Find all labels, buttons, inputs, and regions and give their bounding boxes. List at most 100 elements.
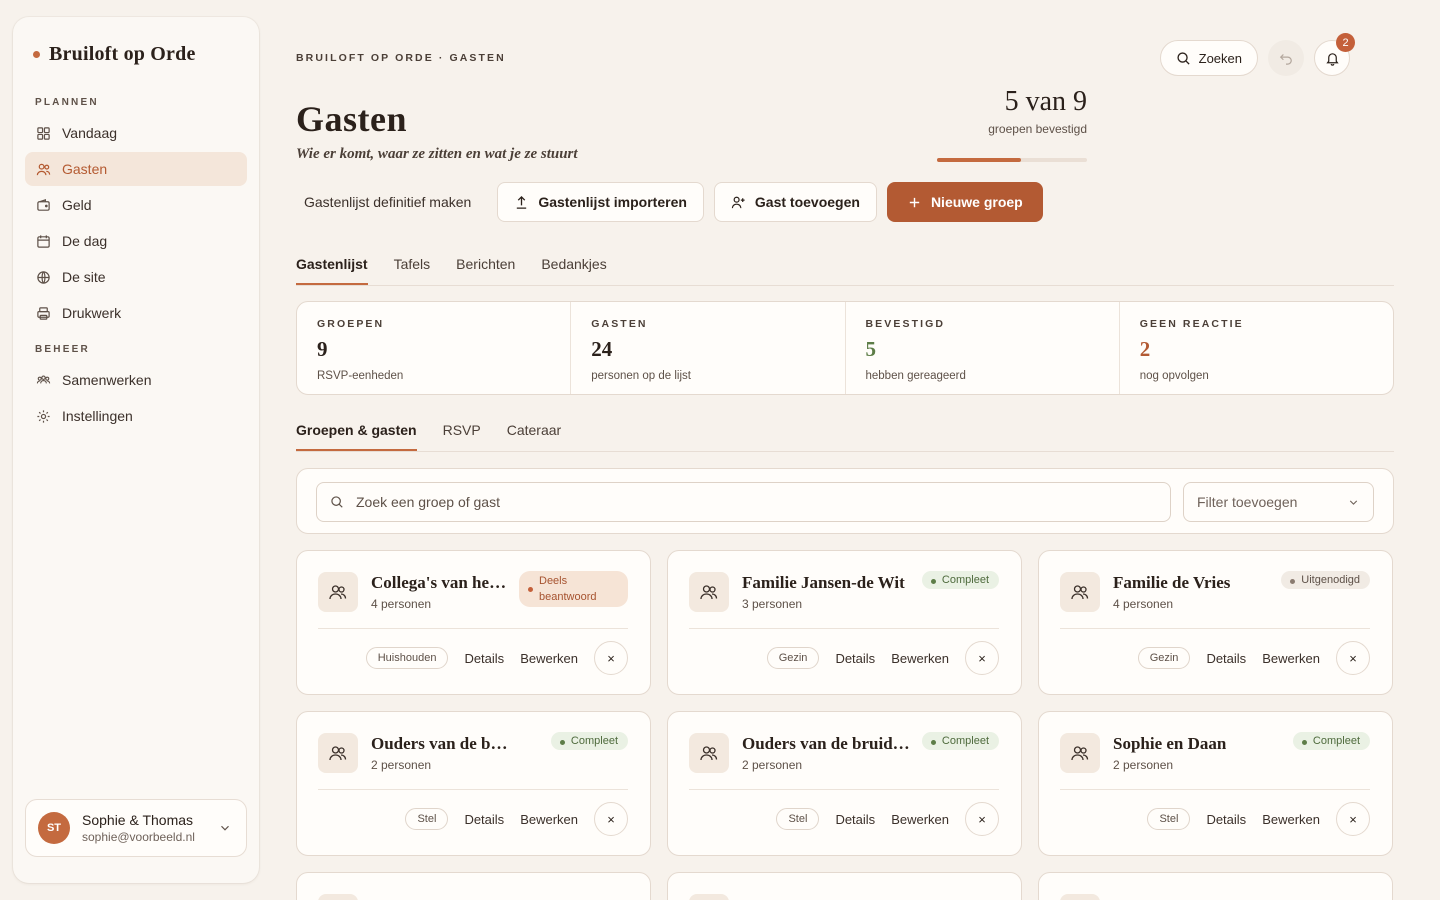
group-card[interactable]: Sophie en Daan 2 personen Compleet Stel Deta… <box>1038 711 1393 856</box>
group-card[interactable]: Familie de Vries 4 personen Uitgenodigd Gez… <box>1038 550 1393 695</box>
tab-tafels[interactable]: Tafels <box>394 256 431 285</box>
tab-rsvp[interactable]: RSVP <box>443 422 481 451</box>
group-icon <box>1071 746 1089 761</box>
sidebar-item-label: Gasten <box>62 161 108 177</box>
stat-label: GROEPEN <box>317 318 385 330</box>
edit-button[interactable]: Bewerken <box>891 812 949 827</box>
stat-note: personen op de lijst <box>591 370 691 382</box>
brand[interactable]: Bruiloft op Orde <box>33 43 196 66</box>
card-divider <box>689 789 999 790</box>
edit-button[interactable]: Bewerken <box>520 651 578 666</box>
breadcrumb: BRUILOFT OP ORDE · GASTEN <box>296 52 506 64</box>
card-divider <box>1060 789 1370 790</box>
add-guest-button[interactable]: Gast toevoegen <box>713 182 877 222</box>
sidebar-item-label: Geld <box>62 197 92 213</box>
edit-button[interactable]: Bewerken <box>520 812 578 827</box>
edit-button[interactable]: Bewerken <box>891 651 949 666</box>
new-group-button[interactable]: Nieuwe groep <box>886 182 1043 222</box>
group-name: Ouders van de bruid… <box>742 734 910 753</box>
remove-button[interactable]: × <box>965 641 999 675</box>
tab-bedankjes[interactable]: Bedankjes <box>541 256 606 285</box>
group-card[interactable]: Collega's van het… 4 personen Deels beantw… <box>296 550 651 695</box>
details-button[interactable]: Details <box>1206 812 1246 827</box>
card-divider <box>318 789 628 790</box>
tab-cateraar[interactable]: Cateraar <box>507 422 561 451</box>
group-icon-box <box>1060 733 1100 773</box>
undo-icon <box>1279 54 1292 65</box>
chevron-down-icon <box>1349 500 1358 505</box>
upload-icon <box>517 195 527 209</box>
remove-button[interactable]: × <box>594 641 628 675</box>
import-list-button[interactable]: Gastenlijst importeren <box>497 182 704 222</box>
remove-button[interactable]: × <box>965 802 999 836</box>
tab-berichten[interactable]: Berichten <box>456 256 515 285</box>
filter-label: Filter toevoegen <box>1197 494 1298 510</box>
group-card[interactable] <box>1038 872 1393 900</box>
sidebar-item-label: De dag <box>62 233 108 249</box>
sidebar-item-vandaag[interactable]: Vandaag <box>25 116 247 150</box>
progress-track <box>937 158 1087 162</box>
chevron-down-icon[interactable] <box>218 821 232 835</box>
details-button[interactable]: Details <box>464 651 504 666</box>
sidebar-item-instellingen[interactable]: Instellingen <box>25 399 247 433</box>
group-icon-box <box>689 733 729 773</box>
sidebar-item-samenwerken[interactable]: Samenwerken <box>25 363 247 397</box>
details-button[interactable]: Details <box>835 651 875 666</box>
notifications-button[interactable]: 2 <box>1314 33 1355 76</box>
remove-button[interactable]: × <box>594 802 628 836</box>
group-count: 3 personen <box>742 597 803 611</box>
users-icon <box>36 163 51 175</box>
remove-button[interactable]: × <box>1336 641 1370 675</box>
main-tabs: Gastenlijst Tafels Berichten Bedankjes <box>296 256 607 285</box>
group-name: Collega's van het… <box>371 573 511 592</box>
finalize-list-button[interactable]: Gastenlijst definitief maken <box>296 182 487 222</box>
sidebar-item-de-dag[interactable]: De dag <box>25 224 247 258</box>
details-button[interactable]: Details <box>1206 651 1246 666</box>
card-divider <box>1060 628 1370 629</box>
details-button[interactable]: Details <box>464 812 504 827</box>
group-type-tag: Stel <box>405 808 449 830</box>
edit-button[interactable]: Bewerken <box>1262 812 1320 827</box>
tab-divider <box>296 285 1394 286</box>
sidebar: Bruiloft op Orde PLANNEN Vandaag Gasten … <box>13 17 259 883</box>
group-icon-box <box>689 572 729 612</box>
card-divider <box>318 628 628 629</box>
brand-name: Bruiloft op Orde <box>49 43 196 65</box>
stat-note: RSVP-eenheden <box>317 370 404 382</box>
sidebar-item-drukwerk[interactable]: Drukwerk <box>25 296 247 330</box>
status-badge: Uitgenodigd <box>1281 571 1370 589</box>
details-button[interactable]: Details <box>835 812 875 827</box>
undo-button[interactable] <box>1268 40 1304 76</box>
stat-groups: GROEPEN 9 RSVP-eenheden <box>297 302 572 394</box>
search-button[interactable]: Zoeken <box>1159 40 1258 76</box>
new-group-label: Nieuwe groep <box>930 194 1023 210</box>
filter-select[interactable]: Filter toevoegen <box>1183 482 1374 522</box>
group-search-input[interactable]: Zoek een groep of gast <box>316 482 1171 522</box>
user-email: sophie@voorbeeld.nl <box>82 830 195 844</box>
group-card[interactable]: Ouders van de bruid 2 personen Compleet Ste… <box>296 711 651 856</box>
tab-gastenlijst[interactable]: Gastenlijst <box>296 256 368 285</box>
edit-button[interactable]: Bewerken <box>1262 651 1320 666</box>
group-card[interactable]: Ouders van de bruid… 2 personen Compleet St… <box>667 711 1022 856</box>
wallet-icon <box>37 198 50 211</box>
sidebar-item-de-site[interactable]: De site <box>25 260 247 294</box>
group-icon <box>329 746 347 761</box>
section-label-plan: PLANNEN <box>35 97 99 108</box>
group-count: 2 personen <box>1113 758 1174 772</box>
card-actions: Huishouden Details Bewerken × <box>365 641 628 675</box>
group-icon <box>700 585 718 600</box>
stat-value: 24 <box>591 337 613 361</box>
group-card[interactable] <box>667 872 1022 900</box>
sidebar-item-geld[interactable]: Geld <box>25 188 247 222</box>
group-icon-box <box>689 894 729 900</box>
status-badge: Deels beantwoord <box>519 571 628 607</box>
tab-groepen-gasten[interactable]: Groepen & gasten <box>296 422 417 451</box>
group-card[interactable] <box>296 872 651 900</box>
group-card[interactable]: Familie Jansen-de Wit 3 personen Compleet G… <box>667 550 1022 695</box>
remove-button[interactable]: × <box>1336 802 1370 836</box>
sidebar-item-gasten[interactable]: Gasten <box>25 152 247 186</box>
group-name: Ouders van de bruid <box>371 734 511 753</box>
group-name: Familie de Vries <box>1113 573 1231 592</box>
user-card[interactable]: ST Sophie & Thomas sophie@voorbeeld.nl <box>25 799 247 857</box>
group-icon <box>1071 585 1089 600</box>
